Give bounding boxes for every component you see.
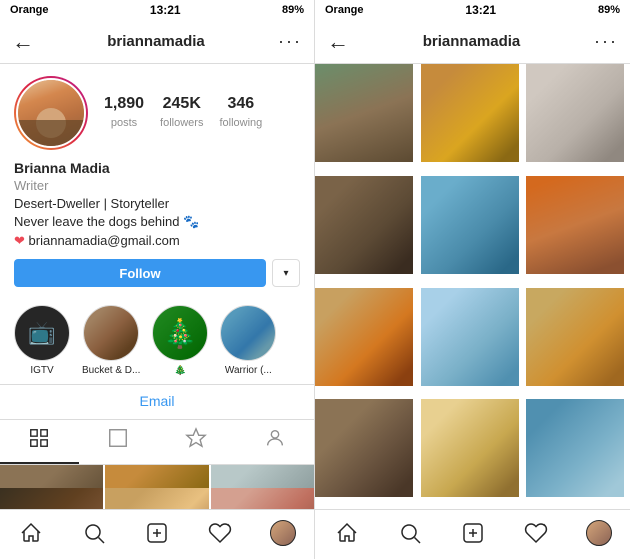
highlight-circle-warrior bbox=[220, 305, 276, 361]
star-icon bbox=[185, 427, 207, 455]
add-nav-right[interactable] bbox=[453, 513, 493, 553]
rp-cell-6[interactable] bbox=[526, 176, 624, 274]
carrier-left: Orange bbox=[10, 4, 49, 16]
posts-stat: 1,890 posts bbox=[104, 95, 144, 131]
back-button-left[interactable]: ← bbox=[12, 29, 34, 55]
heart-nav-right[interactable] bbox=[516, 513, 556, 553]
highlight-bucket[interactable]: Bucket & D... bbox=[82, 305, 140, 376]
highlight-circle-tree: 🎄 bbox=[152, 305, 208, 361]
tree-icon: 🎄 bbox=[163, 317, 198, 350]
grid-cell-5[interactable] bbox=[105, 488, 208, 509]
search-nav-right[interactable] bbox=[390, 513, 430, 553]
more-button-right[interactable]: ··· bbox=[594, 31, 618, 52]
email-text: briannamadia@gmail.com bbox=[29, 233, 180, 248]
status-bar-left: Orange 13:21 89% bbox=[0, 0, 314, 20]
left-panel: Orange 13:21 89% ← briannamadia ··· bbox=[0, 0, 315, 559]
photo-grid-right bbox=[315, 64, 630, 509]
dropdown-button[interactable]: ▾ bbox=[272, 259, 300, 287]
highlight-circle-igtv: 📺 bbox=[14, 305, 70, 361]
highlight-label-warrior: Warrior (... bbox=[225, 365, 272, 376]
battery-left: 89% bbox=[282, 4, 304, 16]
nav-title-right: briannamadia bbox=[423, 33, 521, 50]
profile-bio-line1: Desert-Dweller | Storyteller bbox=[14, 195, 300, 213]
tab-tagged[interactable] bbox=[157, 420, 236, 464]
highlight-warrior[interactable]: Warrior (... bbox=[220, 305, 276, 376]
avatar bbox=[16, 78, 86, 148]
grid-cell-4[interactable] bbox=[0, 488, 103, 509]
tab-portrait[interactable] bbox=[79, 420, 158, 464]
following-count: 346 bbox=[219, 95, 262, 113]
rp-cell-12[interactable] bbox=[526, 399, 624, 497]
profile-email: ❤ briannamadia@gmail.com bbox=[14, 233, 300, 249]
home-nav-right[interactable] bbox=[327, 513, 367, 553]
profile-avatar-nav-right bbox=[586, 520, 612, 546]
grid-icon bbox=[28, 427, 50, 455]
back-button-right[interactable]: ← bbox=[327, 29, 349, 55]
highlights-row: 📺 IGTV Bucket & D... 🎄 🎄 Warrior (... bbox=[0, 295, 314, 385]
profile-subtitle: Writer bbox=[14, 178, 300, 193]
highlight-tree[interactable]: 🎄 🎄 bbox=[152, 305, 208, 376]
rp-cell-1[interactable] bbox=[315, 64, 413, 162]
followers-count: 245K bbox=[160, 95, 203, 113]
rp-cell-11[interactable] bbox=[421, 399, 519, 497]
rp-cell-7[interactable] bbox=[315, 288, 413, 386]
profile-nav-left[interactable] bbox=[263, 513, 303, 553]
time-left: 13:21 bbox=[150, 3, 181, 17]
bottom-nav-left bbox=[0, 509, 314, 559]
highlight-igtv[interactable]: 📺 IGTV bbox=[14, 305, 70, 376]
email-link[interactable]: Email bbox=[139, 393, 174, 409]
portrait-icon bbox=[107, 427, 129, 455]
grid-cell-6[interactable] bbox=[211, 488, 314, 509]
time-right: 13:21 bbox=[465, 3, 496, 17]
highlight-circle-bucket bbox=[83, 305, 139, 361]
profile-section: 1,890 posts 245K followers 346 following… bbox=[0, 64, 314, 295]
heart-nav-left[interactable] bbox=[200, 513, 240, 553]
home-nav-left[interactable] bbox=[11, 513, 51, 553]
bottom-nav-right bbox=[315, 509, 630, 559]
photo-grid-left bbox=[0, 465, 314, 509]
nav-bar-right: ← briannamadia ··· bbox=[315, 20, 630, 64]
tab-profile[interactable] bbox=[236, 420, 315, 464]
status-bar-right: Orange 13:21 89% bbox=[315, 0, 630, 20]
rp-cell-10[interactable] bbox=[315, 399, 413, 497]
following-label: following bbox=[219, 117, 262, 129]
profile-nav-right[interactable] bbox=[579, 513, 619, 553]
follow-button[interactable]: Follow bbox=[14, 259, 266, 287]
heart-icon: ❤ bbox=[14, 233, 25, 248]
rp-cell-2[interactable] bbox=[421, 64, 519, 162]
followers-label: followers bbox=[160, 117, 203, 129]
following-stat: 346 following bbox=[219, 95, 262, 131]
profile-bio-line2: Never leave the dogs behind 🐾 bbox=[14, 213, 300, 231]
tab-grid[interactable] bbox=[0, 420, 79, 464]
battery-right: 89% bbox=[598, 4, 620, 16]
followers-stat: 245K followers bbox=[160, 95, 203, 131]
right-panel: Orange 13:21 89% ← briannamadia ··· bbox=[315, 0, 630, 559]
highlight-label-bucket: Bucket & D... bbox=[82, 365, 140, 376]
nav-title-left: briannamadia bbox=[107, 33, 205, 50]
rp-cell-3[interactable] bbox=[526, 64, 624, 162]
add-nav-left[interactable] bbox=[137, 513, 177, 553]
highlight-label-igtv: IGTV bbox=[30, 365, 53, 376]
carrier-right: Orange bbox=[325, 4, 364, 16]
posts-count: 1,890 bbox=[104, 95, 144, 113]
rp-cell-5[interactable] bbox=[421, 176, 519, 274]
rp-cell-4[interactable] bbox=[315, 176, 413, 274]
nav-bar-left: ← briannamadia ··· bbox=[0, 20, 314, 64]
action-buttons: Follow ▾ bbox=[14, 259, 300, 287]
profile-stats: 1,890 posts 245K followers 346 following bbox=[104, 95, 300, 131]
avatar-ring[interactable] bbox=[14, 76, 88, 150]
highlight-label-tree: 🎄 bbox=[174, 365, 186, 376]
profile-tabs bbox=[0, 420, 314, 465]
rp-cell-8[interactable] bbox=[421, 288, 519, 386]
search-nav-left[interactable] bbox=[74, 513, 114, 553]
profile-top: 1,890 posts 245K followers 346 following bbox=[14, 76, 300, 150]
profile-avatar-nav bbox=[270, 520, 296, 546]
profile-name: Brianna Madia bbox=[14, 160, 300, 176]
more-button-left[interactable]: ··· bbox=[278, 31, 302, 52]
rp-cell-9[interactable] bbox=[526, 288, 624, 386]
posts-label: posts bbox=[111, 117, 137, 129]
person-icon bbox=[264, 427, 286, 455]
email-link-row: Email bbox=[0, 385, 314, 420]
igtv-icon: 📺 bbox=[28, 320, 55, 346]
